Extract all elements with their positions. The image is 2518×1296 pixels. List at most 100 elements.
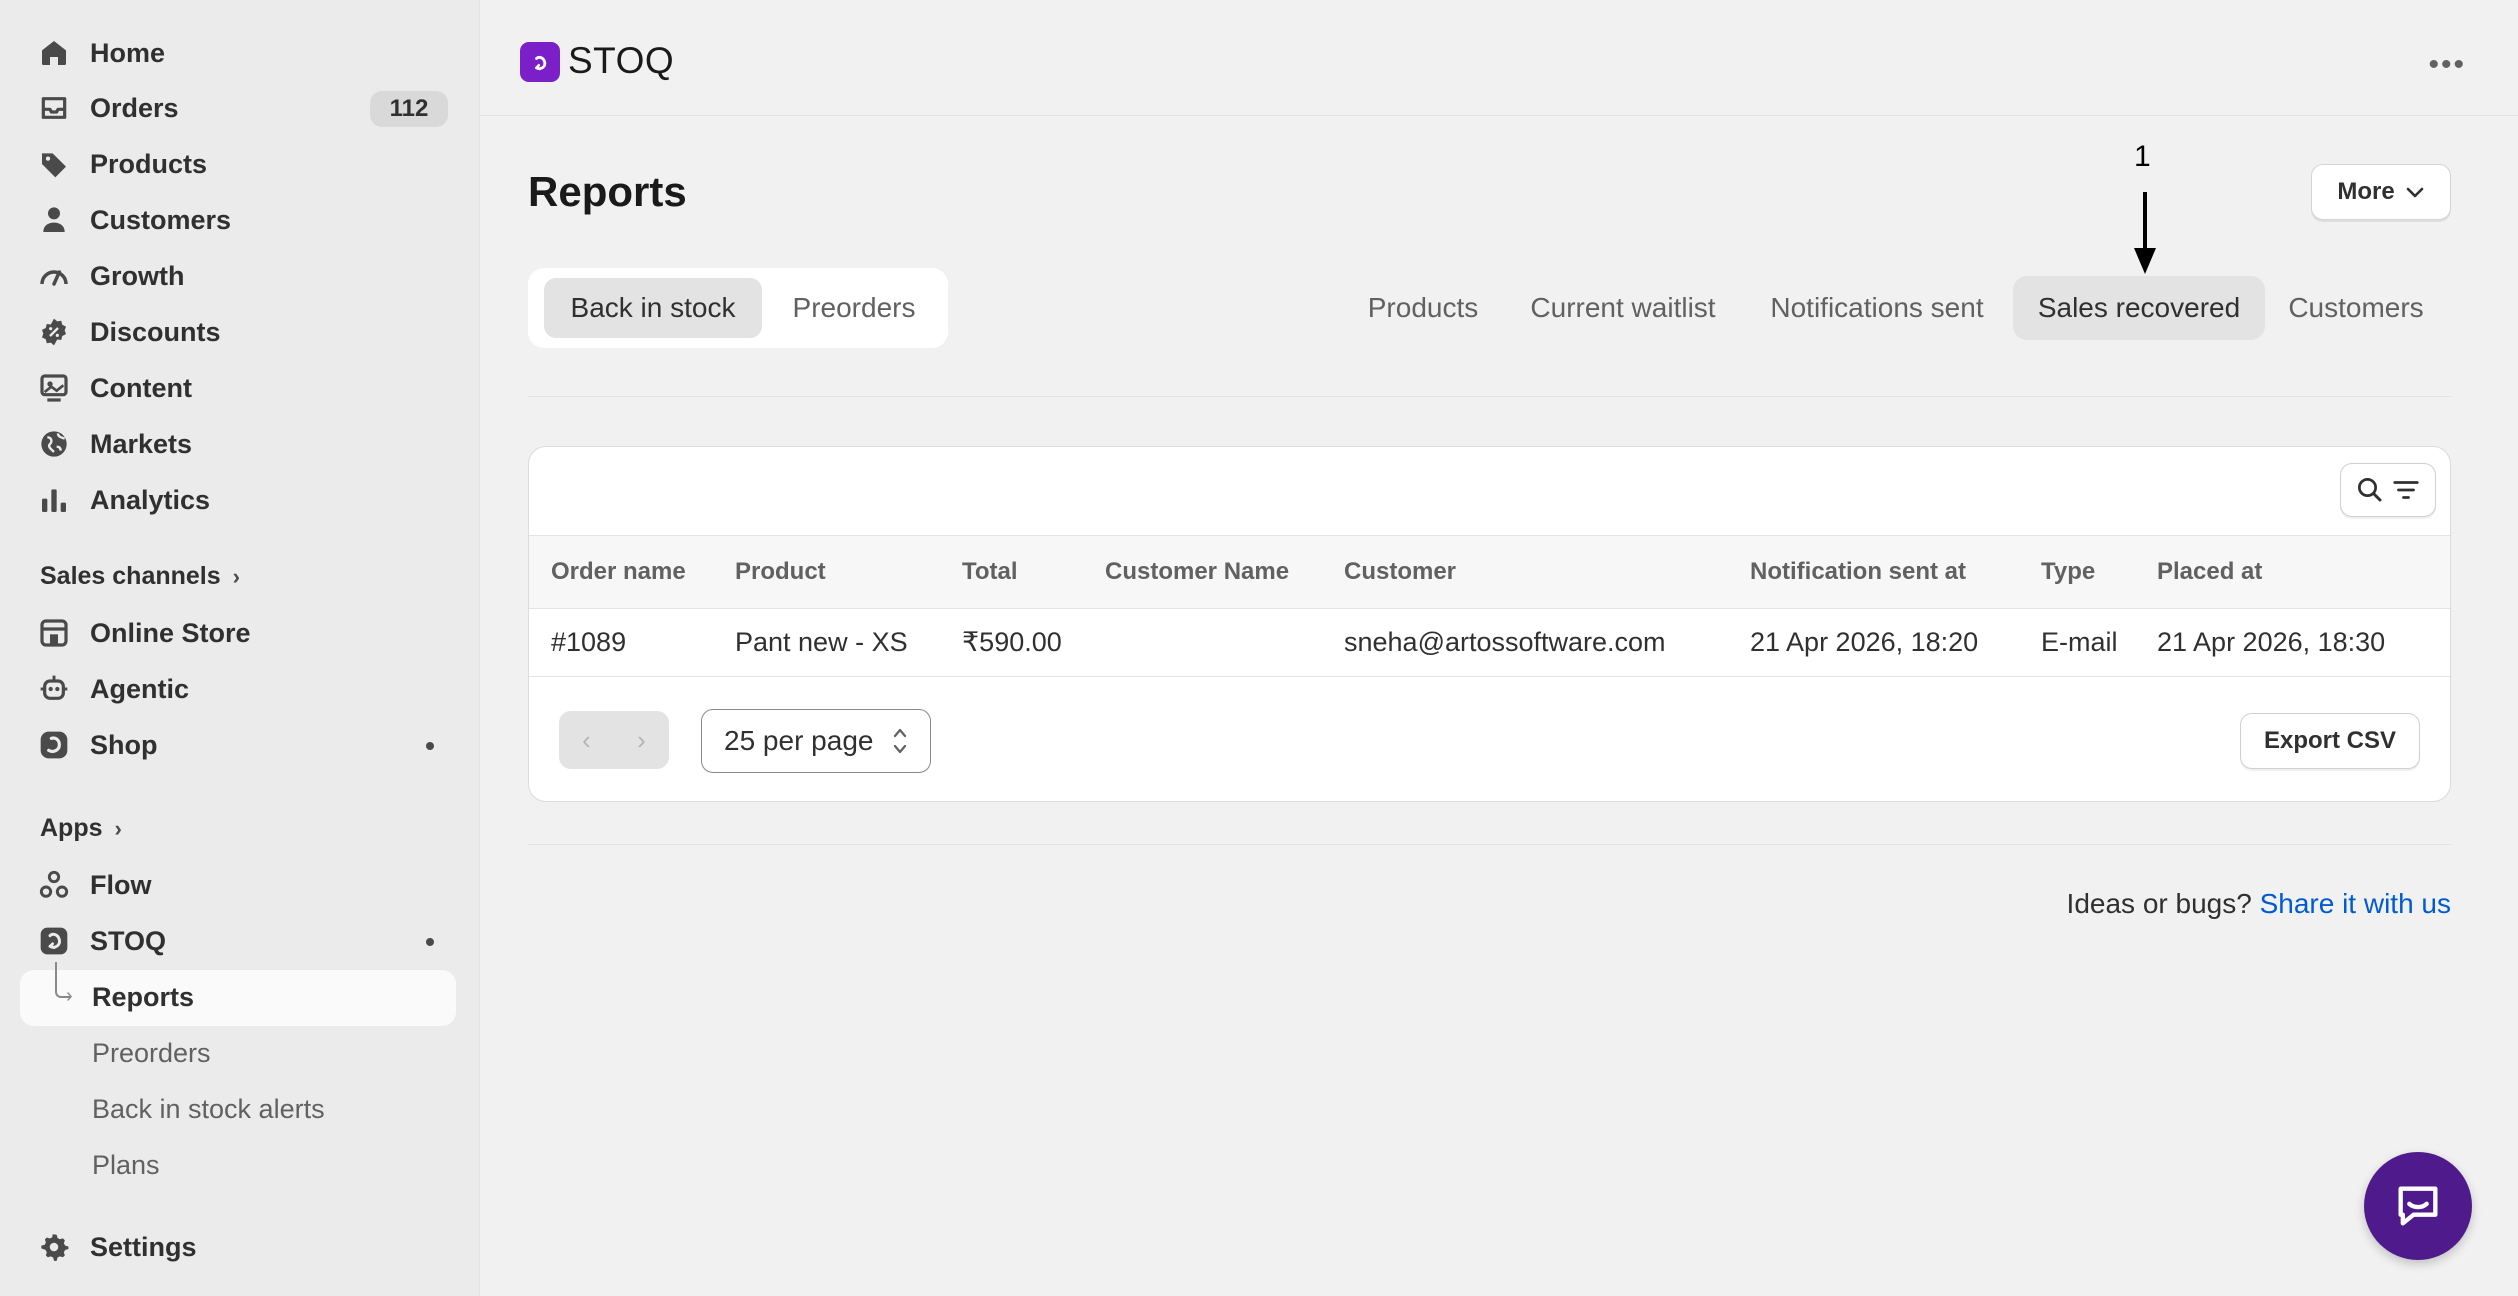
home-icon xyxy=(38,37,70,69)
table-row[interactable]: #1089 Pant new - XS ₹590.00 sneha@artoss… xyxy=(529,609,2450,677)
status-dot xyxy=(426,938,434,946)
column-header[interactable]: Order name xyxy=(551,536,686,608)
more-actions-button[interactable]: More xyxy=(2311,164,2451,220)
share-feedback-link[interactable]: Share it with us xyxy=(2260,888,2451,919)
segment-back-in-stock[interactable]: Back in stock xyxy=(544,278,762,338)
sidebar-item-flow[interactable]: Flow xyxy=(20,858,456,912)
cell-type: E-mail xyxy=(2041,626,2118,657)
app-header: STOQ ••• xyxy=(480,0,2518,116)
gauge-icon xyxy=(38,260,70,292)
sidebar-item-shop[interactable]: Shop xyxy=(20,718,456,772)
agentic-icon xyxy=(38,673,70,705)
sidebar-item-products[interactable]: Products xyxy=(20,137,456,191)
divider xyxy=(528,396,2451,397)
column-header[interactable]: Customer xyxy=(1344,536,1456,608)
pagination: ‹ › xyxy=(559,711,669,769)
globe-icon xyxy=(38,428,70,460)
sidebar-item-label: Home xyxy=(90,37,166,68)
column-header[interactable]: Type xyxy=(2041,536,2095,608)
gear-icon xyxy=(38,1231,70,1263)
chat-bubble-icon xyxy=(2398,1186,2438,1226)
table-header: Order name Product Total Customer Name C… xyxy=(529,535,2450,609)
sidebar-item-label: Products xyxy=(90,148,208,179)
chat-support-button[interactable] xyxy=(2364,1152,2472,1260)
report-type-segmented-control: Back in stock Preorders xyxy=(528,268,948,348)
more-button-label: More xyxy=(2337,178,2395,205)
feedback-text: Ideas or bugs? xyxy=(2066,888,2252,919)
discount-icon xyxy=(38,316,70,348)
column-header[interactable]: Product xyxy=(735,536,826,608)
sidebar-item-label: Settings xyxy=(90,1231,197,1262)
shop-icon xyxy=(38,729,70,761)
feedback-footer: Ideas or bugs? Share it with us xyxy=(2067,888,2451,920)
sidebar-item-label: Discounts xyxy=(90,316,221,347)
tab-customers[interactable]: Customers xyxy=(2276,276,2436,340)
tag-icon xyxy=(38,148,70,180)
sidebar-subitem-preorders[interactable]: Preorders xyxy=(92,1038,211,1069)
filter-icon xyxy=(2393,481,2419,499)
status-dot xyxy=(426,742,434,750)
sales-channels-label: Sales channels xyxy=(40,562,221,590)
sidebar-item-label: Customers xyxy=(90,204,232,235)
tree-arrow-icon: › xyxy=(66,985,73,1007)
sidebar-item-label: Flow xyxy=(90,869,152,900)
segment-preorders[interactable]: Preorders xyxy=(770,278,938,338)
tab-products[interactable]: Products xyxy=(1352,276,1494,340)
divider xyxy=(528,844,2451,845)
column-header[interactable]: Total xyxy=(962,536,1018,608)
sidebar-item-label: Analytics xyxy=(90,484,211,515)
apps-heading[interactable]: Apps › xyxy=(40,814,122,843)
content-icon xyxy=(38,372,70,404)
store-icon xyxy=(38,617,70,649)
sidebar-item-growth[interactable]: Growth xyxy=(20,249,456,303)
sidebar-item-settings[interactable]: Settings xyxy=(20,1220,456,1274)
column-header[interactable]: Customer Name xyxy=(1105,536,1289,608)
kebab-menu-icon[interactable]: ••• xyxy=(2428,48,2466,82)
sidebar-item-label: Agentic xyxy=(90,673,190,704)
cell-order-name: #1089 xyxy=(551,626,627,657)
sidebar-subitem-plans[interactable]: Plans xyxy=(92,1150,160,1181)
sidebar-item-agentic[interactable]: Agentic xyxy=(20,662,456,716)
sidebar-item-discounts[interactable]: Discounts xyxy=(20,305,456,359)
sidebar-sub-active-bg xyxy=(20,970,456,1026)
sidebar-item-customers[interactable]: Customers xyxy=(20,193,456,247)
sidebar-subitem-reports[interactable]: Reports xyxy=(92,982,194,1013)
tab-notifications-sent[interactable]: Notifications sent xyxy=(1752,276,2002,340)
sidebar-item-label: Content xyxy=(90,372,192,403)
bar-chart-icon xyxy=(38,484,70,516)
tab-current-waitlist[interactable]: Current waitlist xyxy=(1512,276,1734,340)
orders-count-badge: 112 xyxy=(370,91,448,127)
sidebar-item-content[interactable]: Content xyxy=(20,361,456,415)
sidebar-item-orders[interactable]: Orders 112 xyxy=(20,81,456,135)
sidebar-item-label: Online Store xyxy=(90,617,251,648)
sidebar-item-label: Shop xyxy=(90,729,158,760)
search-filter-button[interactable] xyxy=(2340,463,2436,517)
sidebar-item-home[interactable]: Home xyxy=(20,26,456,80)
flow-icon xyxy=(38,869,70,901)
export-csv-button[interactable]: Export CSV xyxy=(2240,713,2420,769)
page-title: Reports xyxy=(528,168,687,215)
sidebar-subitem-back-in-stock-alerts[interactable]: Back in stock alerts xyxy=(92,1094,325,1125)
report-table-card: Order name Product Total Customer Name C… xyxy=(528,446,2451,802)
per-page-select[interactable]: 25 per page xyxy=(701,709,931,773)
sidebar-item-stoq[interactable]: STOQ xyxy=(20,914,456,968)
sidebar-item-markets[interactable]: Markets xyxy=(20,417,456,471)
annotation-arrow-icon xyxy=(2134,192,2156,274)
cell-placed-at: 21 Apr 2026, 18:30 xyxy=(2157,626,2386,657)
cell-customer: sneha@artossoftware.com xyxy=(1344,626,1666,657)
sidebar-item-label: Markets xyxy=(90,428,193,459)
stoq-icon xyxy=(38,925,70,957)
sidebar-item-online-store[interactable]: Online Store xyxy=(20,606,456,660)
previous-page-icon[interactable]: ‹ xyxy=(582,725,591,756)
next-page-icon[interactable]: › xyxy=(637,725,646,756)
column-header[interactable]: Notification sent at xyxy=(1750,536,1966,608)
sales-channels-heading[interactable]: Sales channels › xyxy=(40,562,240,591)
cell-total: ₹590.00 xyxy=(962,626,1062,657)
stoq-logo-icon xyxy=(520,42,560,82)
select-arrows-icon xyxy=(893,728,907,754)
sidebar-item-analytics[interactable]: Analytics xyxy=(20,473,456,527)
tab-sales-recovered[interactable]: Sales recovered xyxy=(2013,276,2265,340)
column-header[interactable]: Placed at xyxy=(2157,536,2262,608)
sidebar-item-label: Growth xyxy=(90,260,185,291)
cell-notification-sent-at: 21 Apr 2026, 18:20 xyxy=(1750,626,1979,657)
